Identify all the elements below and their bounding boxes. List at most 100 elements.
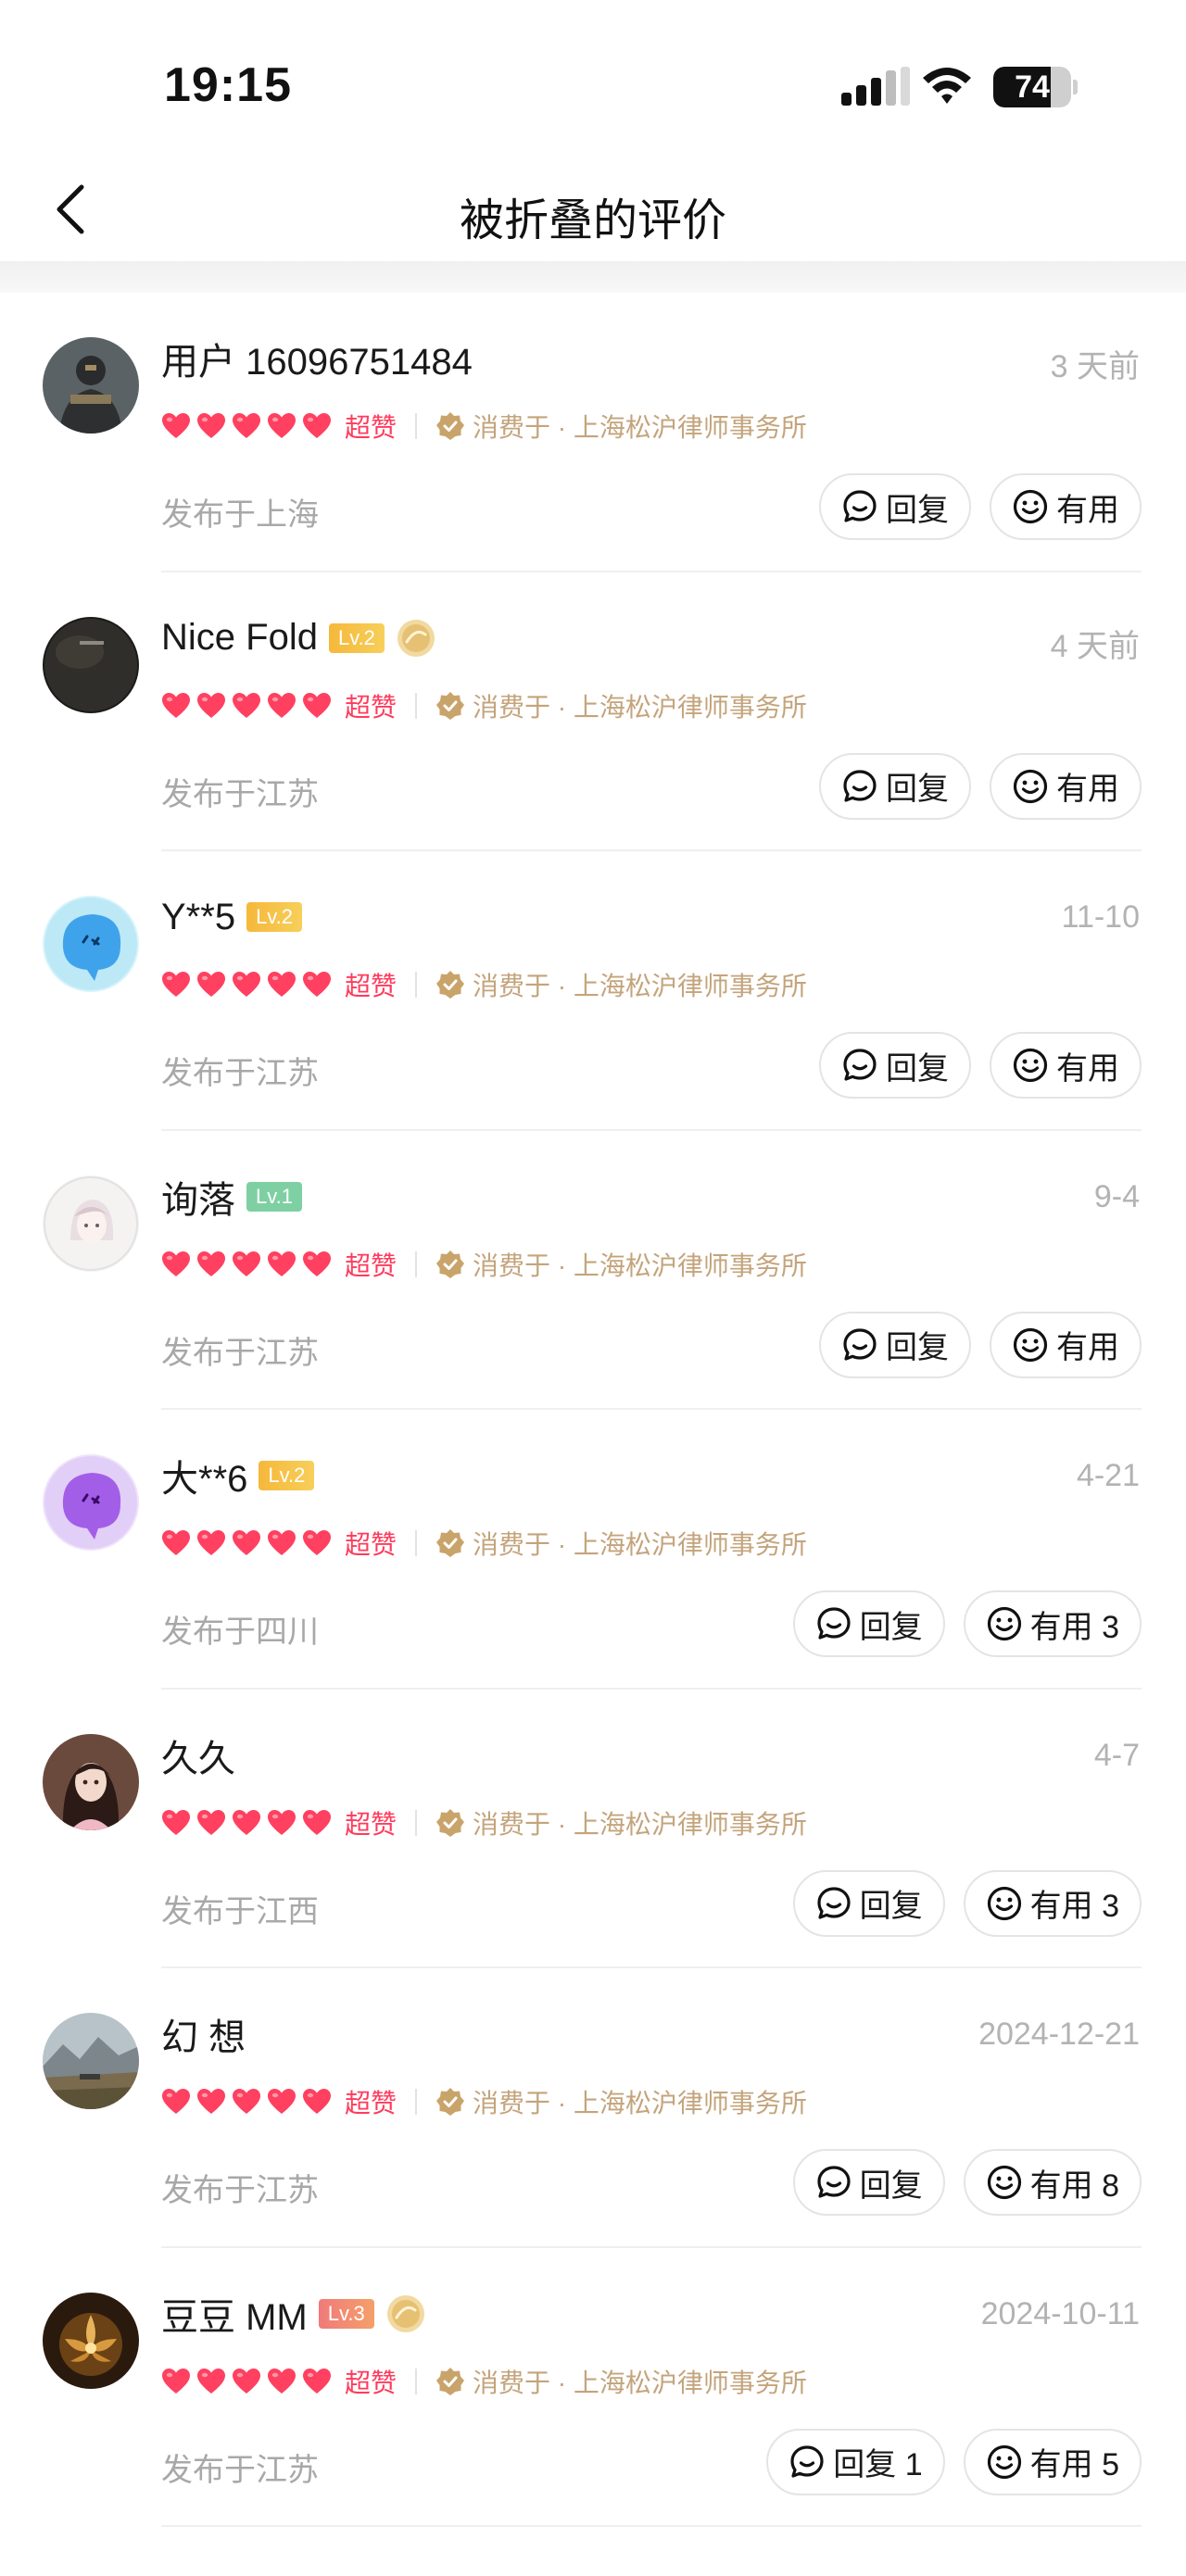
useful-label: 有用 3 <box>1029 1889 1119 1924</box>
action-buttons: 回复 有用 <box>819 1311 1142 1378</box>
review-time: 4-7 <box>1093 1737 1140 1773</box>
action-buttons: 回复 有用 <box>819 473 1142 540</box>
reply-button[interactable]: 回复 1 <box>766 2428 945 2495</box>
verified-badge-icon <box>436 2088 465 2116</box>
user-avatar[interactable] <box>43 1454 139 1551</box>
reply-label: 回复 1 <box>833 2447 923 2482</box>
useful-label: 有用 5 <box>1029 2447 1119 2482</box>
reply-button[interactable]: 回复 <box>819 473 971 540</box>
verified-badge-icon <box>436 2367 465 2395</box>
rating-label: 超赞 <box>345 692 397 722</box>
page-title: 被折叠的评价 <box>459 196 726 245</box>
item-divider <box>161 2525 1142 2527</box>
heart-rating <box>161 1529 332 1557</box>
reply-button[interactable]: 回复 <box>819 752 971 820</box>
consumed-at-text[interactable]: 消费于 · 上海松沪律师事务所 <box>473 687 807 724</box>
consumed-at-text[interactable]: 消费于 · 上海松沪律师事务所 <box>473 2083 807 2120</box>
user-name[interactable]: 豆豆 MM <box>161 2287 308 2341</box>
smile-icon <box>1013 489 1048 524</box>
name-row: 大**6 Lv.2 <box>161 1449 315 1502</box>
name-row: 用户 16096751484 <box>161 333 473 383</box>
review-time: 2024-10-11 <box>980 2295 1140 2331</box>
consumed-at-text[interactable]: 消费于 · 上海松沪律师事务所 <box>473 1804 807 1841</box>
user-avatar[interactable] <box>43 896 139 992</box>
heart-icon <box>197 413 225 438</box>
user-avatar[interactable] <box>43 2013 139 2109</box>
location-text: 发布于江西 <box>161 1893 319 1929</box>
review-item: 询落 Lv.1 9-4 超赞 消费于 · 上海松沪律师事务所 发布于江苏 回复 有用 <box>0 1131 1186 1410</box>
useful-button[interactable]: 有用 <box>990 1311 1142 1378</box>
reply-button[interactable]: 回复 <box>792 1869 945 1937</box>
useful-button[interactable]: 有用 3 <box>963 1869 1142 1937</box>
rating-row: 超赞 消费于 · 上海松沪律师事务所 <box>161 1242 807 1287</box>
reply-button[interactable]: 回复 <box>819 1311 971 1378</box>
rating-row: 超赞 消费于 · 上海松沪律师事务所 <box>161 2080 807 2124</box>
heart-icon <box>162 413 190 438</box>
user-avatar[interactable] <box>43 1175 139 1272</box>
consumed-at-text[interactable]: 消费于 · 上海松沪律师事务所 <box>473 1246 807 1283</box>
status-bar: 19:15 74 <box>0 0 1186 157</box>
user-name[interactable]: 大**6 <box>161 1449 247 1502</box>
useful-button[interactable]: 有用 <box>990 1032 1142 1099</box>
action-buttons: 回复 1 有用 5 <box>766 2428 1142 2495</box>
user-name[interactable]: 用户 16096751484 <box>161 332 473 385</box>
location-text: 发布于江苏 <box>161 1056 319 1091</box>
review-item: 久久 4-7 超赞 消费于 · 上海松沪律师事务所发布于江西 回复 有用 3 <box>0 1690 1186 1968</box>
user-name[interactable]: 幻 想 <box>161 2007 246 2061</box>
heart-icon <box>233 413 260 438</box>
divider <box>415 1530 418 1556</box>
divider <box>415 2089 418 2115</box>
action-buttons: 回复 有用 <box>819 1032 1142 1099</box>
rating-label: 超赞 <box>345 1250 397 1280</box>
comment-icon <box>790 2444 824 2478</box>
useful-button[interactable]: 有用 <box>990 752 1142 820</box>
name-row: 幻 想 <box>161 2009 246 2059</box>
useful-button[interactable]: 有用 3 <box>963 1590 1142 1657</box>
useful-button[interactable]: 有用 <box>990 473 1142 540</box>
review-time: 2024-12-21 <box>978 2017 1140 2052</box>
smile-icon <box>1013 769 1048 803</box>
comment-icon <box>843 1327 877 1361</box>
verified-badge-icon <box>436 1529 465 1557</box>
level-badge: Lv.2 <box>259 1461 315 1490</box>
rating-label: 超赞 <box>345 1809 397 1839</box>
name-row: 询落 Lv.1 <box>161 1172 302 1222</box>
useful-label: 有用 <box>1056 1050 1119 1087</box>
reply-button[interactable]: 回复 <box>819 1032 971 1099</box>
useful-label: 有用 3 <box>1029 1609 1119 1645</box>
consumed-at-text[interactable]: 消费于 · 上海松沪律师事务所 <box>473 2363 807 2400</box>
user-name[interactable]: Y**5 <box>161 897 235 938</box>
review-item: Nice Fold Lv.2 4 天前 超赞 消费于 · 上海松沪律师事务所 发布于江苏 回… <box>0 572 1186 851</box>
action-buttons: 回复 有用 3 <box>792 1590 1142 1657</box>
heart-icon <box>303 972 331 997</box>
review-time: 3 天前 <box>1050 349 1140 384</box>
useful-button[interactable]: 有用 5 <box>963 2428 1142 2495</box>
verified-badge-icon <box>436 412 465 440</box>
rating-row: 超赞 消费于 · 上海松沪律师事务所 <box>161 1801 807 1845</box>
consumed-at-text[interactable]: 消费于 · 上海松沪律师事务所 <box>473 966 807 1003</box>
consumed-at-text[interactable]: 消费于 · 上海松沪律师事务所 <box>473 408 807 445</box>
user-avatar[interactable] <box>43 337 139 434</box>
user-avatar[interactable] <box>43 1733 139 1830</box>
reply-button[interactable]: 回复 <box>792 2149 945 2216</box>
consumed-at-text[interactable]: 消费于 · 上海松沪律师事务所 <box>473 1525 807 1562</box>
heart-icon <box>197 1250 225 1276</box>
useful-button[interactable]: 有用 8 <box>963 2149 1142 2216</box>
user-name[interactable]: 询落 <box>161 1170 235 1224</box>
reply-label: 回复 <box>886 772 949 807</box>
smile-icon <box>987 2165 1021 2200</box>
user-avatar[interactable] <box>43 2292 139 2389</box>
heart-rating <box>161 1250 332 1278</box>
divider <box>415 972 418 998</box>
rating-label: 超赞 <box>345 972 397 1000</box>
verified-badge-icon <box>436 1808 465 1837</box>
user-name[interactable]: Nice Fold <box>161 617 318 659</box>
user-avatar[interactable] <box>43 616 139 713</box>
heart-icon <box>197 2368 225 2394</box>
heart-icon <box>268 972 296 997</box>
heart-icon <box>233 692 260 718</box>
reply-button[interactable]: 回复 <box>792 1590 945 1657</box>
rating-row: 超赞 消费于 · 上海松沪律师事务所 <box>161 1521 807 1565</box>
divider <box>415 2368 418 2394</box>
user-name[interactable]: 久久 <box>161 1728 235 1782</box>
